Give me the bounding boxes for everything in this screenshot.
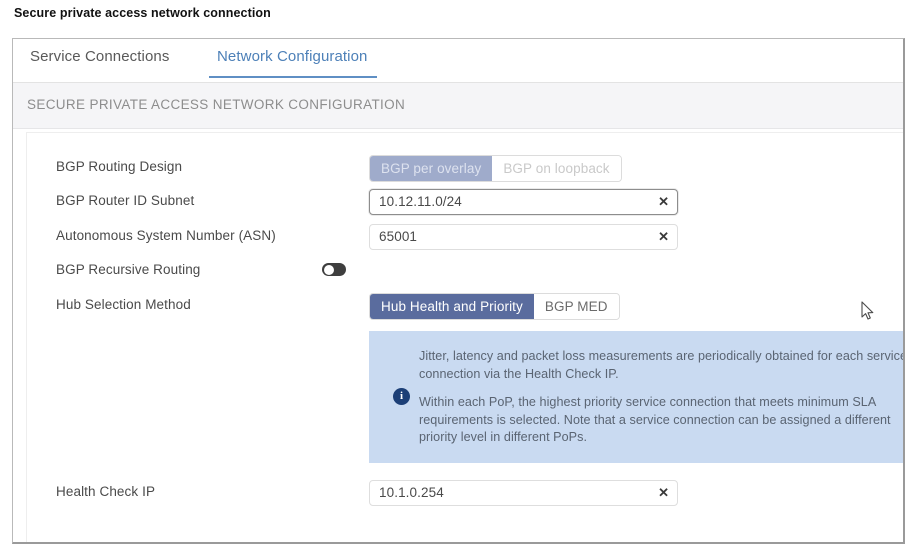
label-asn: Autonomous System Number (ASN) (56, 228, 276, 243)
section-header: SECURE PRIVATE ACCESS NETWORK CONFIGURAT… (13, 83, 903, 129)
input-bgp-router-id-subnet[interactable]: 10.12.11.0/24 ✕ (369, 189, 678, 215)
row-bgp-routing-design: BGP Routing Design BGP per overlay BGP o… (27, 155, 903, 185)
segment-hub-health-and-priority[interactable]: Hub Health and Priority (370, 294, 534, 319)
segment-bgp-med[interactable]: BGP MED (533, 294, 619, 319)
info-callout-paragraph-2: Within each PoP, the highest priority se… (419, 395, 891, 444)
input-asn[interactable]: 65001 ✕ (369, 224, 678, 250)
clear-icon[interactable]: ✕ (658, 484, 669, 502)
tab-service-connections[interactable]: Service Connections (30, 48, 169, 76)
tab-bar: Service Connections Network Configuratio… (13, 39, 903, 83)
section-header-title: SECURE PRIVATE ACCESS NETWORK CONFIGURAT… (27, 97, 406, 112)
info-callout: i Jitter, latency and packet loss measur… (369, 331, 905, 463)
info-callout-text: Jitter, latency and packet loss measurem… (419, 348, 905, 447)
label-bgp-recursive-routing: BGP Recursive Routing (56, 262, 201, 277)
row-bgp-recursive-routing: BGP Recursive Routing (27, 258, 903, 288)
label-bgp-router-id-subnet: BGP Router ID Subnet (56, 193, 195, 208)
segmented-bgp-routing-design: BGP per overlay BGP on loopback (369, 155, 622, 182)
label-health-check-ip: Health Check IP (56, 484, 156, 499)
control-health-check-ip: 10.1.0.254 ✕ (369, 480, 678, 506)
segment-bgp-on-loopback[interactable]: BGP on loopback (492, 156, 621, 181)
toggle-bgp-recursive-routing[interactable] (322, 263, 346, 276)
row-bgp-router-id-subnet: BGP Router ID Subnet 10.12.11.0/24 ✕ (27, 189, 903, 219)
row-asn: Autonomous System Number (ASN) 65001 ✕ (27, 224, 903, 254)
tab-network-configuration[interactable]: Network Configuration (209, 48, 377, 78)
segmented-hub-selection-method: Hub Health and Priority BGP MED (369, 293, 620, 320)
toggle-knob (323, 264, 334, 275)
row-hub-selection-method: Hub Selection Method Hub Health and Prio… (27, 293, 903, 323)
input-health-check-ip[interactable]: 10.1.0.254 ✕ (369, 480, 678, 506)
page-title: Secure private access network connection (14, 6, 271, 20)
label-bgp-routing-design: BGP Routing Design (56, 159, 183, 174)
input-health-check-ip-value: 10.1.0.254 (379, 485, 444, 500)
control-asn: 65001 ✕ (369, 224, 678, 250)
control-bgp-recursive-routing (322, 263, 346, 276)
input-bgp-router-id-subnet-value: 10.12.11.0/24 (379, 194, 462, 209)
control-bgp-routing-design: BGP per overlay BGP on loopback (369, 155, 622, 182)
network-configuration-panel: Service Connections Network Configuratio… (12, 38, 905, 544)
row-health-check-ip: Health Check IP 10.1.0.254 ✕ (27, 480, 903, 510)
settings-card: BGP Routing Design BGP per overlay BGP o… (26, 132, 903, 542)
info-callout-paragraph-1: Jitter, latency and packet loss measurem… (419, 349, 905, 381)
control-hub-selection-method: Hub Health and Priority BGP MED (369, 293, 620, 320)
clear-icon[interactable]: ✕ (658, 228, 669, 246)
info-icon: i (393, 388, 410, 405)
label-hub-selection-method: Hub Selection Method (56, 297, 191, 312)
clear-icon[interactable]: ✕ (658, 193, 669, 211)
control-bgp-router-id-subnet: 10.12.11.0/24 ✕ (369, 189, 678, 215)
segment-bgp-per-overlay[interactable]: BGP per overlay (370, 156, 493, 181)
input-asn-value: 65001 (379, 229, 418, 244)
